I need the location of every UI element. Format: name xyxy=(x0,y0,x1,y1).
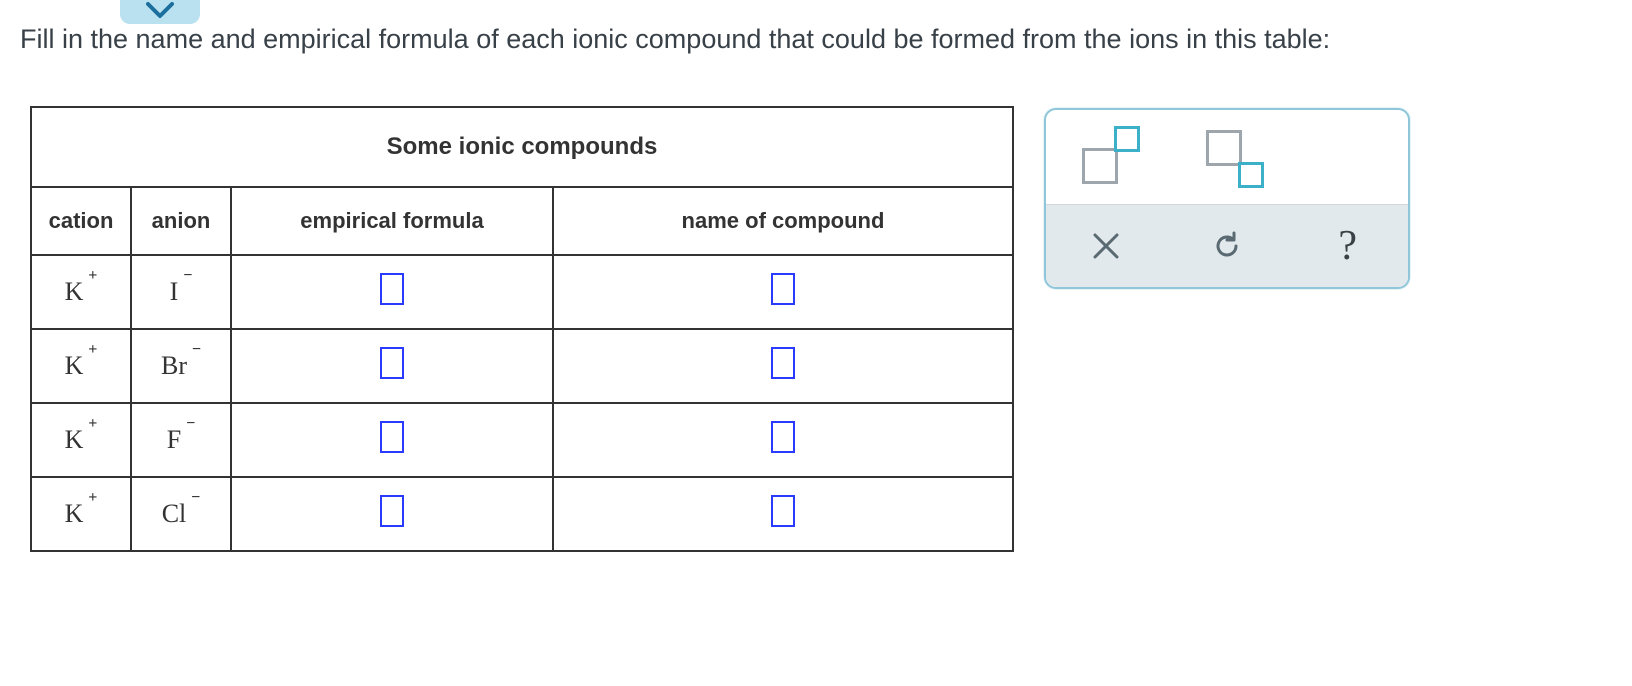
cation-symbol: K xyxy=(65,425,84,454)
close-icon xyxy=(1091,231,1121,261)
name-input[interactable] xyxy=(771,421,795,453)
cation-symbol: K xyxy=(65,351,84,380)
anion-charge: − xyxy=(186,415,195,433)
cation-charge: + xyxy=(88,341,97,359)
cation-charge: + xyxy=(88,415,97,433)
table-row: K+ I− xyxy=(31,255,1013,329)
table-row: K+ F− xyxy=(31,403,1013,477)
superscript-button[interactable] xyxy=(1082,130,1136,184)
square-icon xyxy=(1238,162,1264,188)
col-header-cation: cation xyxy=(31,187,131,255)
table-row: K+ Br− xyxy=(31,329,1013,403)
name-cell xyxy=(553,477,1013,551)
col-header-formula: empirical formula xyxy=(231,187,553,255)
anion-symbol: I xyxy=(170,277,179,306)
anion-charge: − xyxy=(192,341,201,359)
anion-charge: − xyxy=(183,267,192,285)
clear-button[interactable] xyxy=(1082,222,1130,270)
square-icon xyxy=(1082,148,1118,184)
hint-arrow-icon[interactable] xyxy=(120,0,200,24)
anion-symbol: Cl xyxy=(162,499,187,528)
table-row: K+ Cl− xyxy=(31,477,1013,551)
anion-charge: − xyxy=(191,489,200,507)
cation-cell: K+ xyxy=(31,403,131,477)
formula-input[interactable] xyxy=(380,495,404,527)
formula-cell xyxy=(231,477,553,551)
name-input[interactable] xyxy=(771,273,795,305)
anion-symbol: Br xyxy=(161,351,187,380)
name-cell xyxy=(553,329,1013,403)
name-cell xyxy=(553,403,1013,477)
cation-symbol: K xyxy=(65,277,84,306)
formula-cell xyxy=(231,255,553,329)
cation-charge: + xyxy=(88,489,97,507)
ionic-compounds-table: Some ionic compounds cation anion empiri… xyxy=(30,106,1014,552)
reset-button[interactable] xyxy=(1203,222,1251,270)
anion-symbol: F xyxy=(167,425,181,454)
formula-input[interactable] xyxy=(380,421,404,453)
anion-cell: Cl− xyxy=(131,477,231,551)
name-cell xyxy=(553,255,1013,329)
square-icon xyxy=(1114,126,1140,152)
cation-cell: K+ xyxy=(31,329,131,403)
anion-cell: F− xyxy=(131,403,231,477)
table-title: Some ionic compounds xyxy=(31,107,1013,187)
col-header-anion: anion xyxy=(131,187,231,255)
name-input[interactable] xyxy=(771,495,795,527)
cation-symbol: K xyxy=(65,499,84,528)
formula-cell xyxy=(231,329,553,403)
square-icon xyxy=(1206,130,1242,166)
formula-cell xyxy=(231,403,553,477)
formatting-toolbox: ? xyxy=(1044,108,1410,289)
cation-cell: K+ xyxy=(31,255,131,329)
help-button[interactable]: ? xyxy=(1324,222,1372,270)
anion-cell: I− xyxy=(131,255,231,329)
col-header-name: name of compound xyxy=(553,187,1013,255)
question-prompt: Fill in the name and empirical formula o… xyxy=(20,24,1330,55)
formula-input[interactable] xyxy=(380,347,404,379)
cation-charge: + xyxy=(88,267,97,285)
name-input[interactable] xyxy=(771,347,795,379)
undo-icon xyxy=(1210,229,1244,263)
formula-input[interactable] xyxy=(380,273,404,305)
cation-cell: K+ xyxy=(31,477,131,551)
subscript-button[interactable] xyxy=(1206,130,1260,184)
anion-cell: Br− xyxy=(131,329,231,403)
